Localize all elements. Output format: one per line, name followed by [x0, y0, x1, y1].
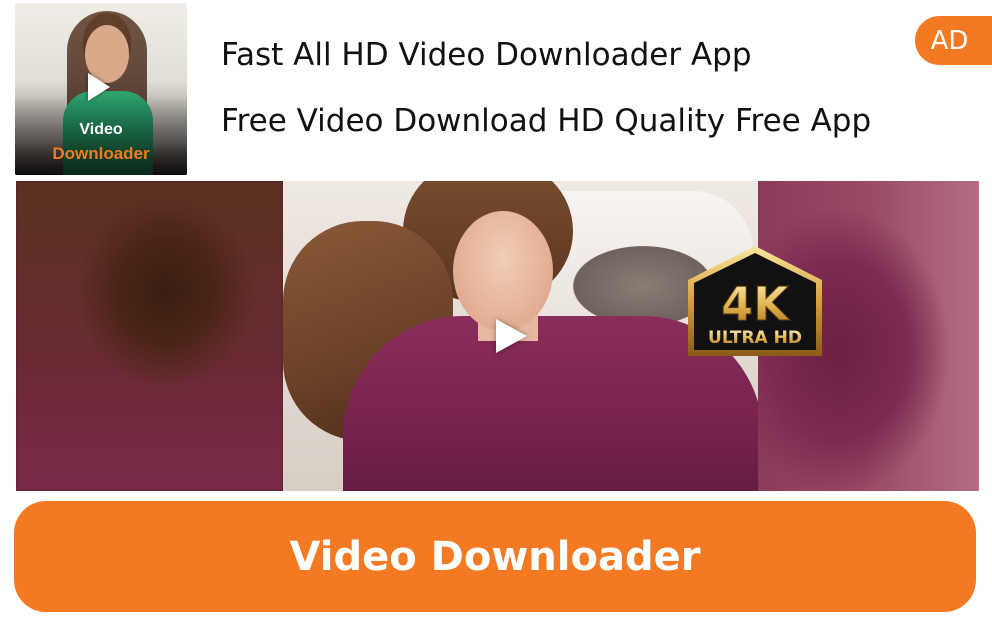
ad-banner[interactable]: Video Downloader Fast All HD Video Downl… [0, 0, 992, 620]
4k-ultra-hd-badge: 4K ULTRA HD [688, 246, 822, 356]
media-blur-left [16, 181, 283, 491]
badge-4k-text: 4K [721, 277, 791, 331]
play-icon [88, 73, 110, 101]
video-play-icon[interactable] [496, 319, 527, 353]
app-icon-label-downloader: Downloader [52, 144, 150, 163]
ad-subtitle: Free Video Download HD Quality Free App [221, 103, 872, 139]
app-icon[interactable]: Video Downloader [15, 3, 187, 175]
cta-video-downloader-button[interactable]: Video Downloader [14, 501, 976, 612]
app-icon-label-video: Video [79, 121, 123, 138]
ad-badge[interactable]: AD [915, 16, 992, 65]
badge-ultra-hd-text: ULTRA HD [708, 328, 802, 348]
ad-title[interactable]: Fast All HD Video Downloader App [221, 37, 752, 73]
ad-media[interactable]: 4K ULTRA HD [16, 181, 979, 491]
photo-face [453, 211, 553, 331]
